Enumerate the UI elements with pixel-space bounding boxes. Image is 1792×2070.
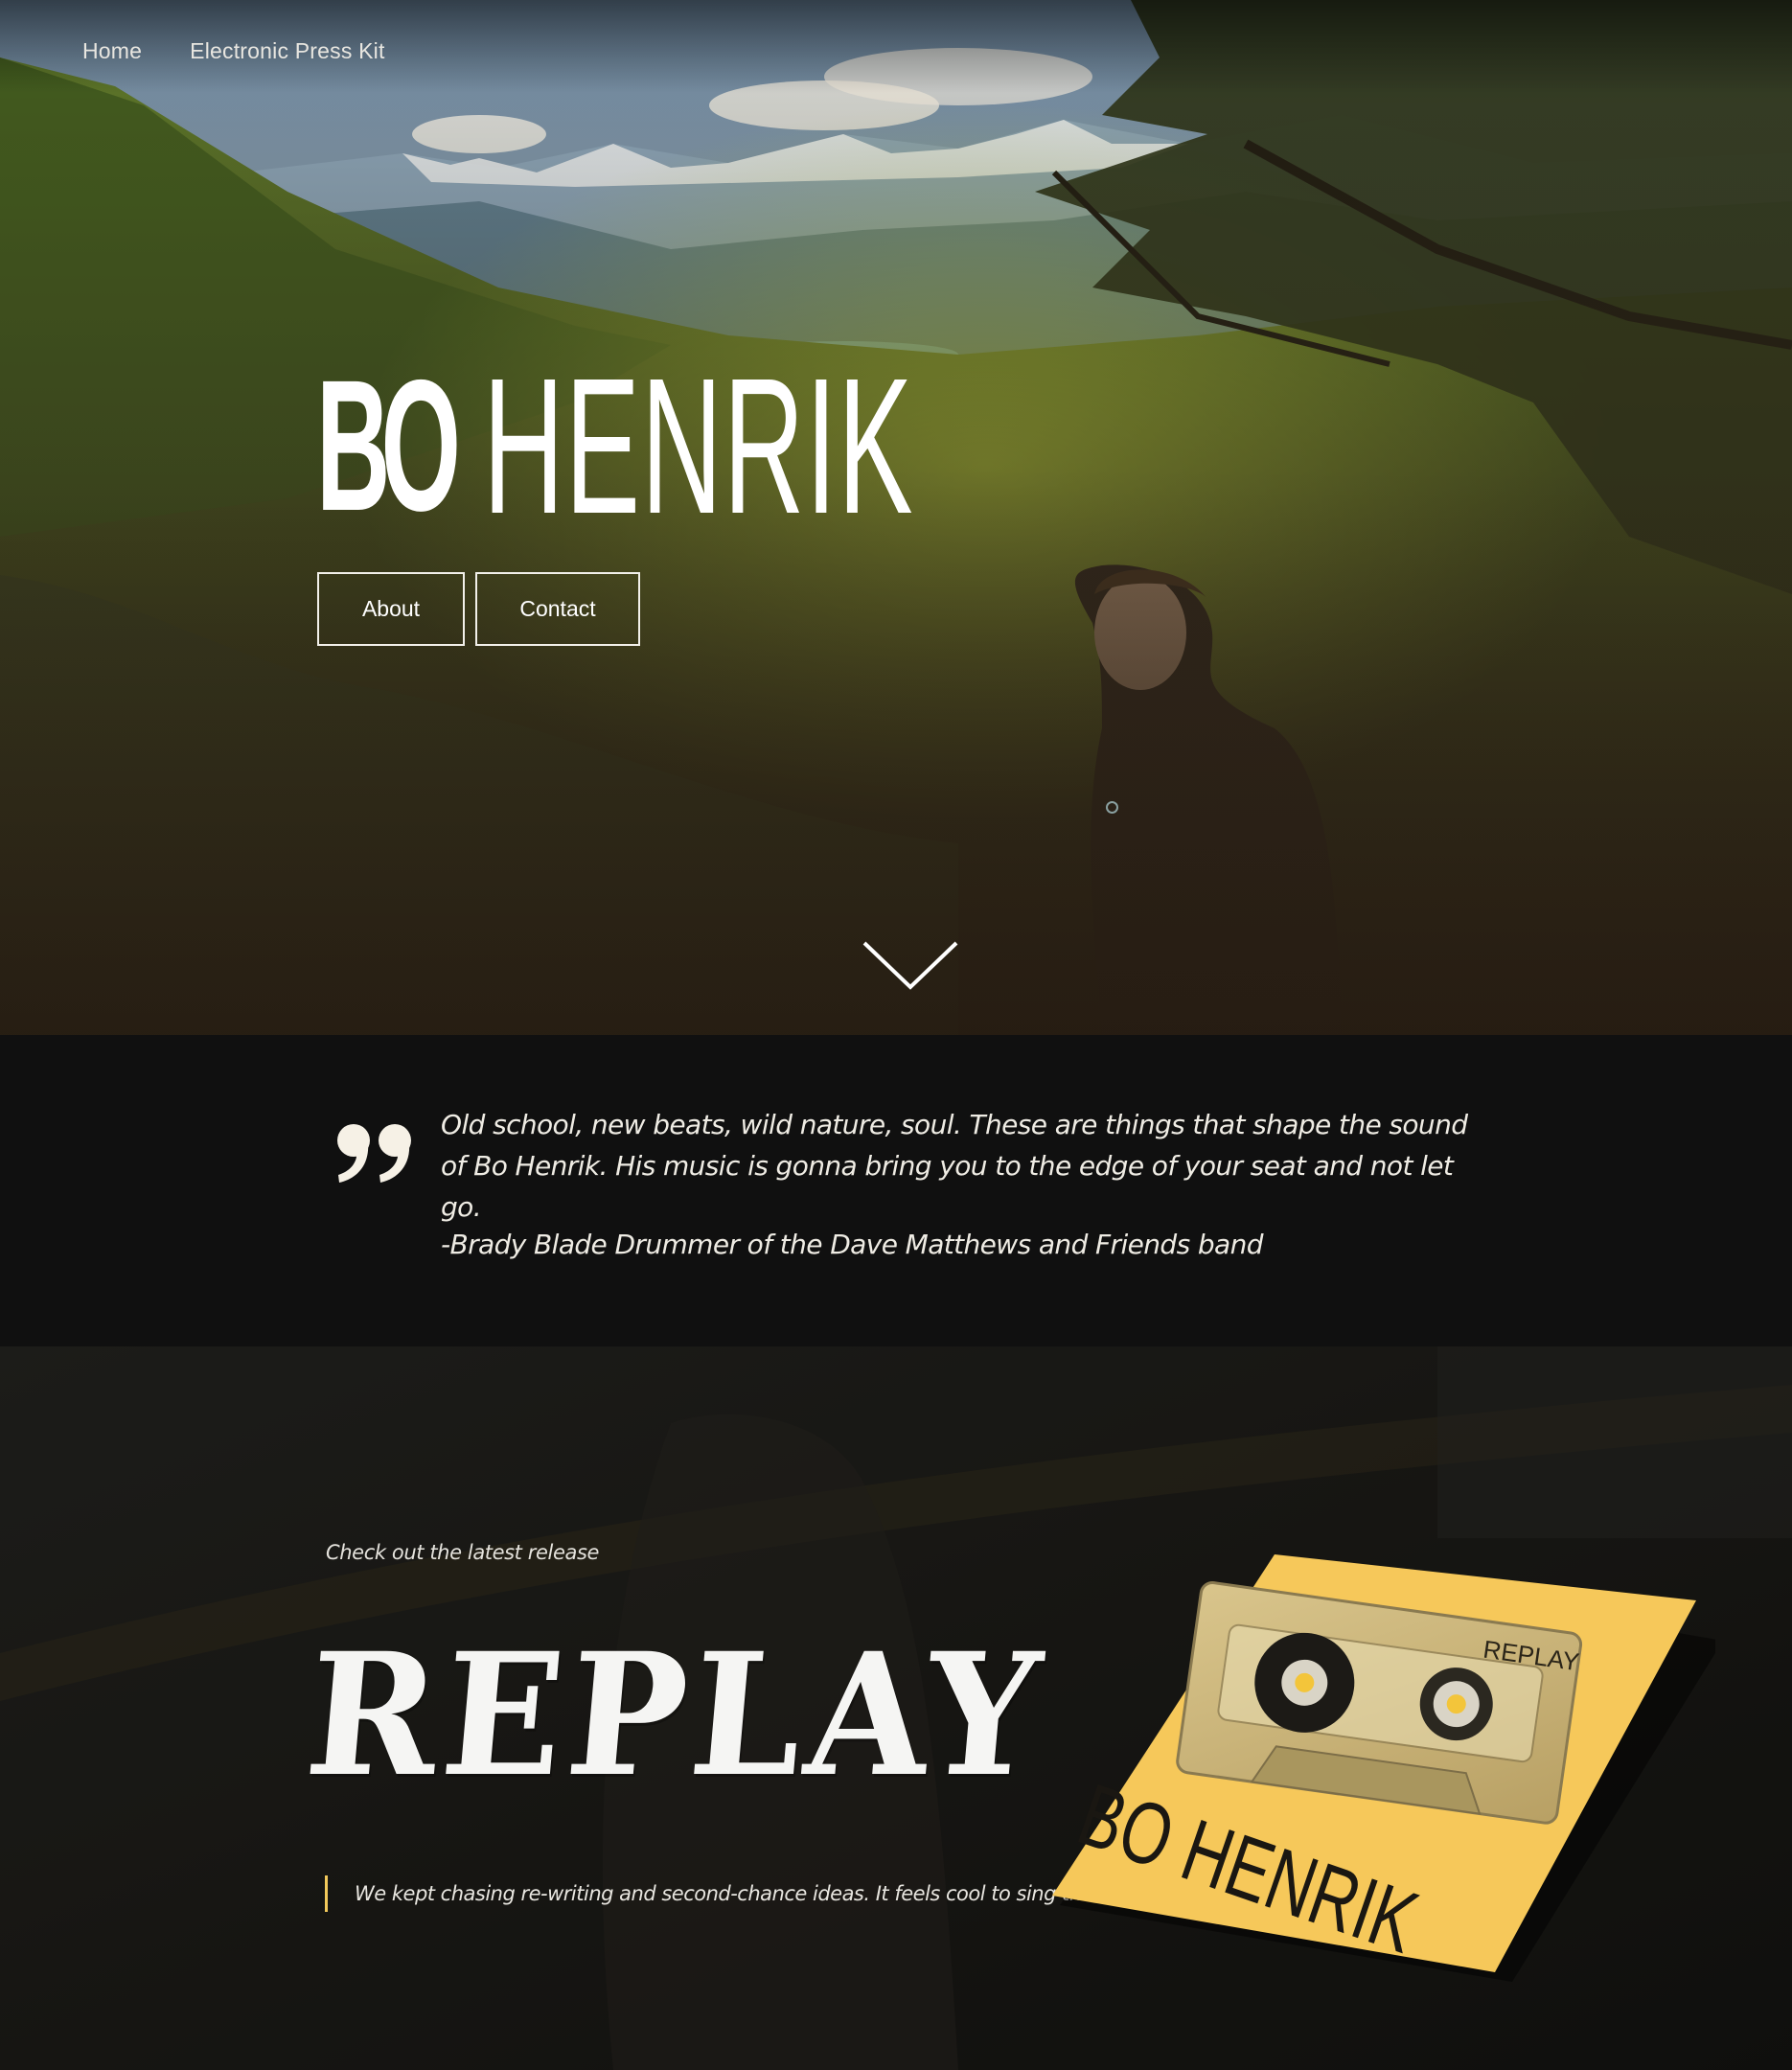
album-cover-image[interactable]: REPLAY BO HENRIK [1045, 1543, 1715, 1984]
release-title: REPLAY [299, 1616, 1053, 1814]
artist-logo: BO HENRIK [316, 337, 1226, 554]
about-button[interactable]: About [317, 572, 465, 646]
hero-section: Home Electronic Press Kit BO HENRIK Abou… [0, 0, 1792, 1035]
hero-button-group: About Contact [317, 572, 640, 646]
testimonial-attribution: -Brady Blade Drummer of the Dave Matthew… [441, 1229, 1264, 1260]
nav-home-link[interactable]: Home [82, 38, 142, 64]
logo-first-name: BO [316, 341, 461, 550]
release-description: We kept chasing re-writing and second-ch… [325, 1875, 1145, 1912]
scroll-down-chevron-icon[interactable] [861, 939, 960, 993]
quote-mark-icon [337, 1124, 411, 1183]
contact-button[interactable]: Contact [475, 572, 640, 646]
testimonial-quote: Old school, new beats, wild nature, soul… [441, 1109, 1468, 1223]
release-kicker: Check out the latest release [326, 1541, 600, 1564]
cursor-dot [1106, 801, 1118, 814]
top-navigation: Home Electronic Press Kit [82, 38, 385, 64]
nav-press-kit-link[interactable]: Electronic Press Kit [190, 38, 384, 64]
logo-last-name: HENRIK [483, 337, 914, 554]
